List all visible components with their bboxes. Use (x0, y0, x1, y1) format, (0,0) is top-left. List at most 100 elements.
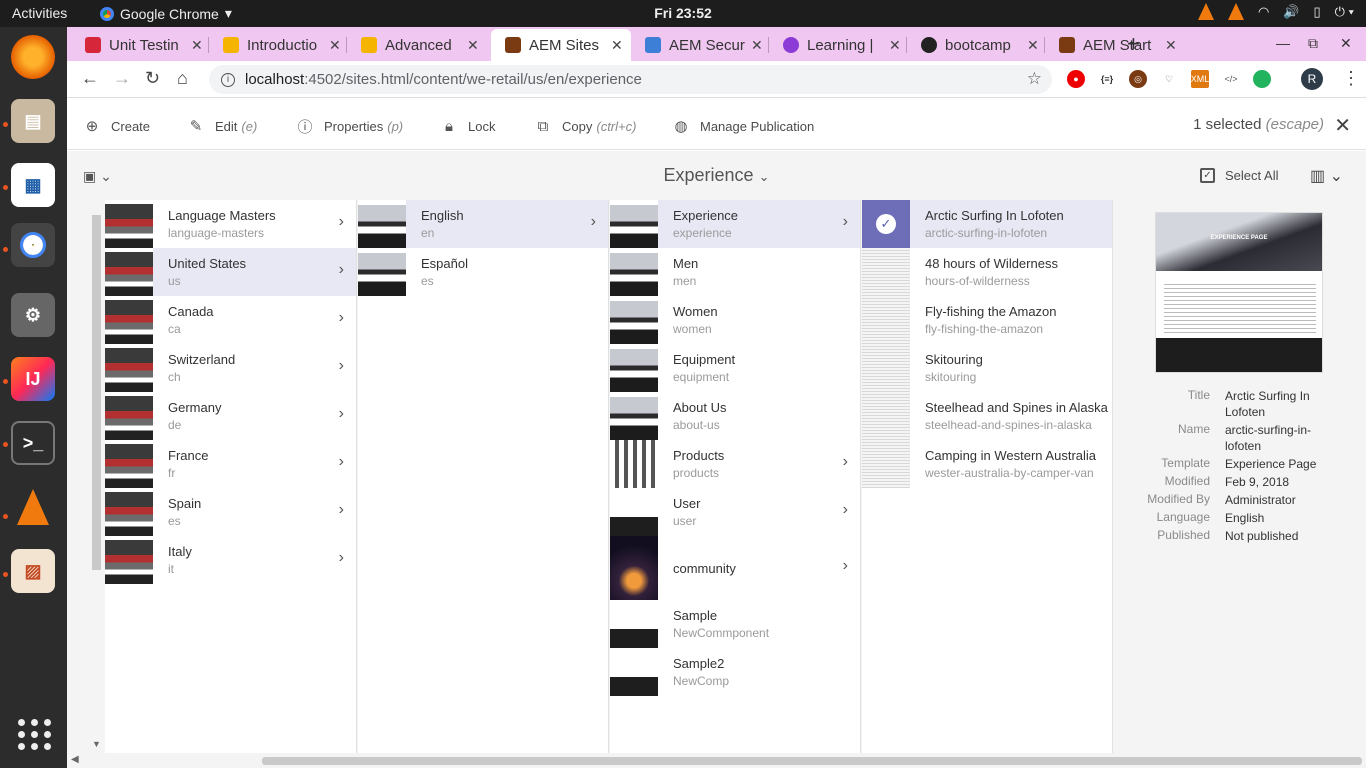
address-bar[interactable]: i localhost:4502/sites.html/content/we-r… (209, 65, 1052, 94)
list-item[interactable]: Fly-fishing the Amazon fly-fishing-the-am… (862, 296, 1112, 344)
properties-button[interactable]: ⓘ Properties (p) (296, 117, 403, 136)
list-item[interactable]: 48 hours of Wilderness hours-of-wildernes… (862, 248, 1112, 296)
vlc-icon[interactable] (1227, 3, 1244, 20)
manage-publication-button[interactable]: ◍ Manage Publication (672, 117, 814, 135)
tab-introduction[interactable]: Introductio ✕ (209, 29, 347, 61)
list-item[interactable]: Español es (358, 248, 608, 296)
list-item[interactable]: Steelhead and Spines in Alaska steelhead-… (862, 392, 1112, 440)
checkmark-icon[interactable]: ✓ (876, 214, 896, 234)
chevron-right-icon[interactable]: › (339, 213, 344, 231)
list-item[interactable]: English en › (358, 200, 608, 248)
list-item[interactable]: Sample NewCommponent (610, 600, 860, 648)
code-extension-icon[interactable]: </> (1222, 70, 1240, 88)
pocket-icon[interactable]: ♡ (1160, 70, 1178, 88)
vlc-icon[interactable] (1197, 3, 1214, 20)
tab-aem-sites[interactable]: AEM Sites ✕ (491, 29, 631, 61)
chevron-right-icon[interactable]: › (339, 501, 344, 519)
site-info-icon[interactable]: i (221, 72, 235, 87)
list-item[interactable]: Language Masters language-masters › (105, 200, 356, 248)
new-tab-button[interactable]: + (1127, 31, 1140, 57)
chevron-right-icon[interactable]: › (843, 557, 848, 575)
chevron-right-icon[interactable]: › (339, 453, 344, 471)
chrome-dock-icon[interactable] (11, 223, 55, 267)
list-item[interactable]: Experience experience › (610, 200, 860, 248)
list-item[interactable]: About Us about-us (610, 392, 860, 440)
chevron-right-icon[interactable]: › (339, 261, 344, 279)
home-icon[interactable]: ⌂ (177, 68, 188, 89)
list-item[interactable]: Products products › (610, 440, 860, 488)
forward-icon[interactable]: → (113, 68, 131, 89)
scrollbar-thumb[interactable] (262, 757, 1362, 765)
show-applications-icon[interactable] (18, 719, 52, 750)
list-item[interactable]: United States us › (105, 248, 356, 296)
xml-extension-icon[interactable]: XML (1191, 70, 1209, 88)
tab-aem-security[interactable]: AEM Secur ✕ (631, 29, 769, 61)
adblock-extension-icon[interactable]: ● (1067, 70, 1085, 88)
chevron-right-icon[interactable]: › (339, 357, 344, 375)
bookmark-star-icon[interactable]: ☆ (1027, 69, 1042, 89)
battery-icon[interactable]: ▯ (1313, 4, 1320, 20)
power-icon[interactable]: ⏻ ▾ (1335, 4, 1354, 20)
green-extension-icon[interactable] (1253, 70, 1271, 88)
chevron-right-icon[interactable]: › (843, 213, 848, 231)
back-icon[interactable]: ← (81, 68, 99, 89)
chevron-right-icon[interactable]: › (339, 549, 344, 567)
lock-button[interactable]: 🔒︎ Lock (440, 117, 495, 135)
scrollbar-thumb[interactable] (92, 215, 101, 570)
scroll-down-icon[interactable]: ▼ (92, 739, 101, 749)
list-item[interactable]: Germany de › (105, 392, 356, 440)
settings-icon[interactable]: ⚙ (11, 293, 55, 337)
list-item[interactable]: Men men (610, 248, 860, 296)
list-item[interactable]: France fr › (105, 440, 356, 488)
scroll-left-icon[interactable]: ◀ (71, 754, 79, 765)
tab-learning[interactable]: Learning | ✕ (769, 29, 907, 61)
tab-unit-testing[interactable]: Unit Testin ✕ (71, 29, 209, 61)
minimize-icon[interactable]: — (1276, 35, 1290, 51)
list-item[interactable]: Canada ca › (105, 296, 356, 344)
list-item[interactable]: Women women (610, 296, 860, 344)
close-icon[interactable]: ✕ (191, 37, 203, 54)
volume-icon[interactable]: 🔊 (1283, 4, 1299, 20)
column-view-icon[interactable]: ▥ ⌄ (1310, 166, 1343, 186)
horizontal-scrollbar[interactable]: ◀ (67, 753, 1366, 768)
vertical-scrollbar[interactable]: ▼ (89, 200, 105, 753)
chevron-right-icon[interactable]: › (339, 309, 344, 327)
select-all-button[interactable]: ✓ Select All (1200, 168, 1278, 183)
chevron-right-icon[interactable]: › (843, 453, 848, 471)
close-icon[interactable]: ✕ (889, 37, 901, 54)
clock[interactable]: Fri 23:52 (0, 5, 1366, 21)
chevron-right-icon[interactable]: › (843, 501, 848, 519)
tab-bootcamp[interactable]: bootcamp ✕ (907, 29, 1045, 61)
close-icon[interactable]: ✕ (1165, 37, 1177, 54)
list-item[interactable]: Camping in Western Australia wester-austr… (862, 440, 1112, 488)
wifi-icon[interactable]: ◠ (1258, 4, 1269, 20)
list-item[interactable]: Spain es › (105, 488, 356, 536)
aem-extension-icon[interactable]: ◎ (1129, 70, 1147, 88)
tab-aem-start[interactable]: AEM Start ✕ (1045, 29, 1183, 61)
page-title[interactable]: Experience ⌄ (67, 165, 1366, 186)
intellij-icon[interactable]: IJ (11, 357, 55, 401)
edit-button[interactable]: ✎ Edit (e) (187, 117, 258, 135)
terminal-icon[interactable]: >_ (11, 421, 55, 465)
maximize-icon[interactable]: ⧉ (1308, 35, 1318, 52)
list-item[interactable]: community › (610, 536, 860, 600)
impress-icon[interactable]: ▨ (11, 549, 55, 593)
chevron-right-icon[interactable]: › (591, 213, 596, 231)
json-extension-icon[interactable]: {≡} (1098, 70, 1116, 88)
firefox-icon[interactable] (11, 35, 55, 79)
chrome-menu-icon[interactable]: ⋮ (1342, 68, 1360, 89)
close-icon[interactable]: ✕ (1027, 37, 1039, 54)
vlc-dock-icon[interactable] (11, 485, 55, 529)
list-item-selected[interactable]: ✓ Arctic Surfing In Lofoten arctic-surfing… (862, 200, 1112, 248)
files-icon[interactable]: ▤ (11, 99, 55, 143)
chevron-right-icon[interactable]: › (339, 405, 344, 423)
close-selection-icon[interactable]: ✕ (1334, 113, 1351, 138)
list-item[interactable]: Italy it › (105, 536, 356, 584)
close-icon[interactable]: ✕ (751, 37, 763, 54)
system-tray[interactable]: ◠ 🔊 ▯ ⏻ ▾ (1197, 3, 1354, 20)
tab-advanced[interactable]: Advanced ✕ (347, 29, 485, 61)
list-item[interactable]: Sample2 NewComp (610, 648, 860, 696)
close-icon[interactable]: ✕ (467, 37, 479, 54)
close-icon[interactable]: ✕ (611, 37, 623, 54)
close-window-icon[interactable]: ✕ (1340, 35, 1352, 52)
